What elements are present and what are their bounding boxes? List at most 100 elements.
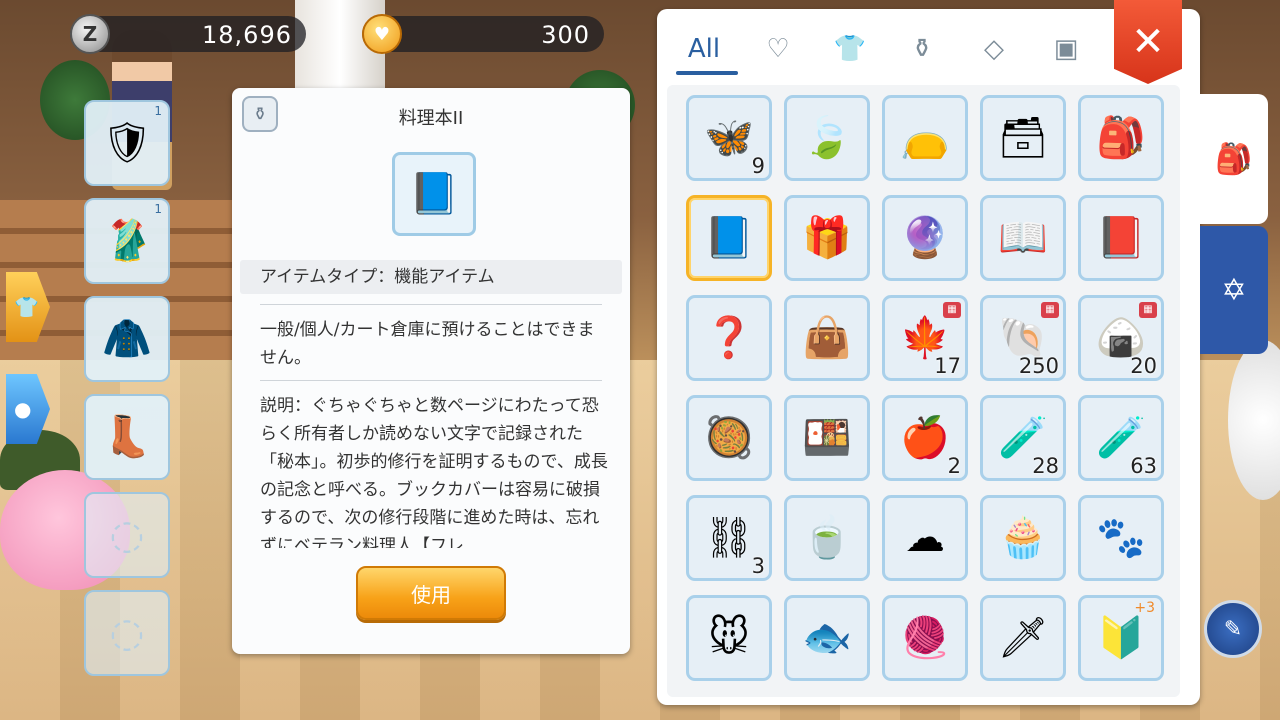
inventory-slot[interactable]: 🗡 <box>980 595 1066 681</box>
item-quantity: 3 <box>751 554 765 578</box>
inventory-slot[interactable]: 🐾 <box>1078 495 1164 581</box>
food-tray-icon: 🍱 <box>802 415 852 461</box>
divider <box>260 304 602 305</box>
equipment-slot[interactable]: 👢 <box>84 394 170 480</box>
inventory-slot[interactable]: 🍱 <box>784 395 870 481</box>
inventory-slot[interactable]: 🥘 <box>686 395 772 481</box>
inventory-slot[interactable]: 🧶 <box>882 595 968 681</box>
close-icon: ✕ <box>1131 19 1165 65</box>
inventory-slot[interactable]: 🔮 <box>882 195 968 281</box>
slot-count: 1 <box>154 104 162 118</box>
shell-icon: 🐚 <box>998 315 1048 361</box>
shop-badge-icon: ▦ <box>1139 302 1157 318</box>
inventory-slot[interactable]: 🎁 <box>784 195 870 281</box>
shirt-icon: 👕 <box>14 295 39 319</box>
inventory-slot[interactable]: 🐚 ▦ 250 <box>980 295 1066 381</box>
cape-icon: 🧥 <box>102 316 152 362</box>
item-quantity: 2 <box>947 454 961 478</box>
boots-icon: 👢 <box>102 414 152 460</box>
inventory-slot[interactable]: 🧪 63 <box>1078 395 1164 481</box>
mirror-icon: 🔮 <box>900 215 950 261</box>
inventory-slot[interactable]: 🍁 ▦ 17 <box>882 295 968 381</box>
cat-coin-icon: ♥ <box>362 14 402 54</box>
cookbook-icon: 📘 <box>704 215 754 261</box>
inventory-slot[interactable]: 🍙 ▦ 20 <box>1078 295 1164 381</box>
item-description[interactable]: 説明：ぐちゃぐちゃと数ページにわたって恐らく所有者しか読めない文字で記録された「… <box>260 392 608 548</box>
paw-icon: 🐾 <box>1096 515 1146 561</box>
equipment-slot[interactable]: ◌ <box>84 590 170 676</box>
chain-icon: ⛓ <box>703 515 755 561</box>
side-tab-inventory[interactable]: 🎒 <box>1200 94 1268 224</box>
cat-coin-counter: ♥ 300 <box>362 14 604 54</box>
equipment-slot[interactable]: ◌ <box>84 492 170 578</box>
shirt-icon: 👕 <box>833 34 867 64</box>
backpack-icon: 🎒 <box>1096 115 1146 161</box>
magic-circle-icon: ✡ <box>1221 272 1247 308</box>
apple-drink-icon: 🍎 <box>900 415 950 461</box>
use-button[interactable]: 使用 <box>356 566 506 620</box>
inventory-slot[interactable]: 🔰 +3 <box>1078 595 1164 681</box>
empty-slot-icon: ◌ <box>109 512 145 558</box>
inventory-slot[interactable]: 👜 <box>784 295 870 381</box>
inventory-slot[interactable]: 🍃 <box>784 95 870 181</box>
tab-cards[interactable]: ▣ <box>1041 29 1091 69</box>
satchel-icon: 👜 <box>802 315 852 361</box>
inventory-slot[interactable]: 📘 <box>686 195 772 281</box>
armor-icon: 🛡 <box>101 120 153 166</box>
inventory-slot[interactable]: 🍵 <box>784 495 870 581</box>
tab-materials[interactable]: ◇ <box>969 29 1019 69</box>
refine-level: +3 <box>1134 600 1155 616</box>
tab-equipment[interactable]: 👕 <box>825 29 875 69</box>
shop-badge-icon: ▦ <box>1041 302 1059 318</box>
rice-ball-icon: 🍙 <box>1096 315 1146 361</box>
cotton-candy-icon: ☁ <box>905 515 945 561</box>
inventory-slot[interactable]: 🧪 28 <box>980 395 1066 481</box>
tea-cup-icon: 🍵 <box>802 515 852 561</box>
inventory-slot[interactable]: 🐭 <box>686 595 772 681</box>
inventory-slot[interactable]: 🐟 <box>784 595 870 681</box>
inventory-slot[interactable]: 🦋 9 <box>686 95 772 181</box>
pouch-icon: 👝 <box>900 115 950 161</box>
edit-icon: ✎ <box>1223 616 1243 642</box>
potion-icon: ⚱ <box>911 34 933 64</box>
inventory-slot[interactable]: 🗃 <box>980 95 1066 181</box>
toy-mouse-icon: 🐭 <box>708 615 750 661</box>
cat-coin-value: 300 <box>541 21 590 49</box>
edit-button[interactable]: ✎ <box>1204 600 1262 658</box>
zeny-value: 18,696 <box>202 21 292 49</box>
inventory-slot[interactable]: 📖 <box>980 195 1066 281</box>
tab-consumables[interactable]: ⚱ <box>897 29 947 69</box>
gem-icon: ◇ <box>984 34 1004 64</box>
equipment-slot[interactable]: 🧥 <box>84 296 170 382</box>
equipment-slot[interactable]: 🛡 1 <box>84 100 170 186</box>
sword-icon: 🗡 <box>997 615 1049 661</box>
shield-icon: 🔰 <box>1096 615 1146 661</box>
tab-favorites[interactable]: ♡ <box>753 29 803 69</box>
item-quantity: 63 <box>1130 454 1157 478</box>
maple-coin-icon: 🍁 <box>900 315 950 361</box>
item-quantity: 17 <box>934 354 961 378</box>
cookbook-icon: 📘 <box>392 152 476 236</box>
inventory-slot[interactable]: 👝 <box>882 95 968 181</box>
close-button[interactable]: ✕ <box>1114 0 1182 84</box>
side-tab-magic[interactable]: ✡ <box>1200 226 1268 354</box>
inventory-slot[interactable]: 🍎 2 <box>882 395 968 481</box>
item-detail-panel: ⚱ 料理本II 📘 アイテムタイプ：機能アイテム 一般/個人/カート倉庫に預ける… <box>232 88 630 654</box>
food-tray-icon: 🥘 <box>704 415 754 461</box>
backpack-icon: 🎒 <box>1215 141 1253 177</box>
mystery-box-icon: ❓ <box>704 315 754 361</box>
inventory-slot[interactable]: 🧁 <box>980 495 1066 581</box>
zeny-counter: Z 18,696 <box>70 14 306 54</box>
inventory-slot[interactable]: ❓ <box>686 295 772 381</box>
tab-all[interactable]: All <box>679 29 729 69</box>
inventory-slot[interactable]: 🎒 <box>1078 95 1164 181</box>
inventory-slot[interactable]: 📕 <box>1078 195 1164 281</box>
inventory-slot[interactable]: ☁ <box>882 495 968 581</box>
open-book-icon: 📖 <box>998 215 1048 261</box>
divider <box>260 380 602 381</box>
equipment-slot[interactable]: 🥻 1 <box>84 198 170 284</box>
inventory-slot[interactable]: ⛓ 3 <box>686 495 772 581</box>
red-potion-icon: 🧪 <box>1096 415 1146 461</box>
journal-icon: 📕 <box>1096 215 1146 261</box>
fish-cake-icon: 🐟 <box>802 615 852 661</box>
